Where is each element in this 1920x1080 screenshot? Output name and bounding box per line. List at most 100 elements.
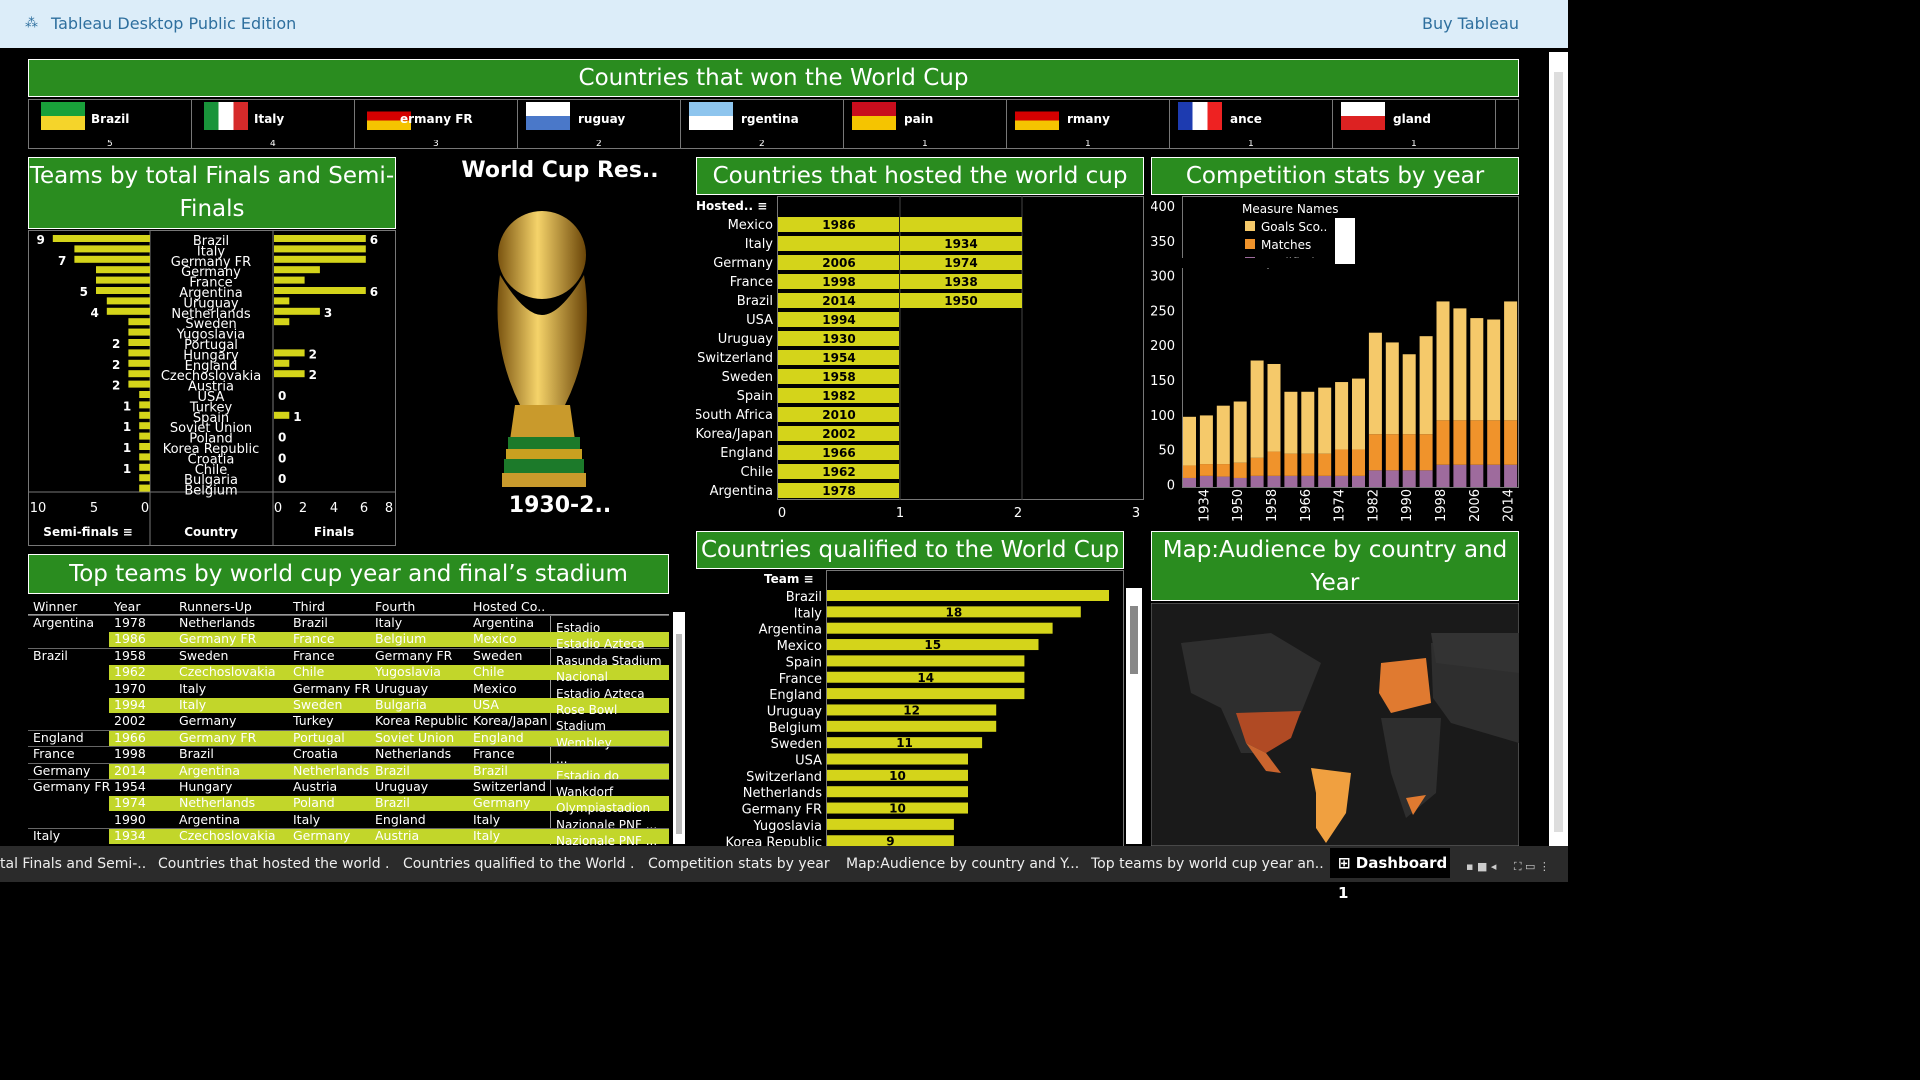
stats-legend[interactable]: Measure NamesGoals Sco..MatchesQualified [1151,200,1355,270]
tab-topteams[interactable]: Top teams by world cup year an... [1091,850,1323,878]
stats-bar-goals[interactable] [1233,401,1247,463]
stats-bar-qualified[interactable] [1216,476,1230,487]
final-bar[interactable] [274,349,305,357]
winner-cell[interactable]: rmany 1 [1007,100,1170,148]
final-column-header[interactable]: Finals [314,525,354,539]
stats-bar-matches[interactable] [1470,420,1484,465]
semi-bar[interactable] [128,339,150,346]
semi-bar[interactable] [128,359,150,367]
final-bar[interactable] [274,276,305,284]
winner-cell[interactable]: ruguay 2 [518,100,681,148]
legend-scrollbar[interactable] [1335,218,1355,264]
stats-bar-goals[interactable] [1368,332,1382,435]
stats-bar-goals[interactable] [1487,319,1501,421]
dashboard-scrollbar[interactable] [1549,52,1568,850]
semi-bar[interactable] [128,380,150,388]
semi-bar[interactable] [96,266,150,274]
winner-cell[interactable]: Brazil 5 [29,100,192,148]
stats-bar-matches[interactable] [1301,453,1315,476]
stats-bar-goals[interactable] [1216,405,1230,465]
qualified-bar[interactable] [827,622,1053,634]
stats-bar-matches[interactable] [1453,420,1467,465]
semi-column-header[interactable]: Semi-finals ≡ [43,525,132,539]
tab-nav-icons[interactable]: ▪ ■ ◂ ⛶ ▭ ⋮ [1466,860,1550,874]
stats-bar-goals[interactable] [1504,301,1518,421]
stats-bar-goals[interactable] [1284,391,1298,454]
stats-bar-goals[interactable] [1453,308,1467,421]
qualified-bar[interactable] [827,720,997,732]
stats-bar-qualified[interactable] [1233,477,1247,487]
semi-bar[interactable] [96,287,150,294]
tab-map[interactable]: Map:Audience by country and Y... [846,850,1078,878]
stats-bar-matches[interactable] [1402,434,1416,471]
stats-bar-qualified[interactable] [1436,464,1450,487]
stats-bar-goals[interactable] [1335,382,1349,450]
buy-tableau-link[interactable]: Buy Tableau [1422,14,1519,33]
final-bar[interactable] [274,359,290,367]
final-bar[interactable] [274,255,366,263]
stats-bar-matches[interactable] [1183,465,1196,478]
stats-bar-goals[interactable] [1183,416,1196,466]
stats-bar-matches[interactable] [1250,457,1264,476]
stats-bar-qualified[interactable] [1385,470,1399,487]
stats-bar-matches[interactable] [1216,464,1230,477]
tab-hosted[interactable]: Countries that hosted the world ... [158,850,390,878]
qualified-scrollbar[interactable] [1126,588,1142,844]
semi-bar[interactable] [139,401,150,409]
final-bar[interactable] [274,287,366,294]
tab-dashboard-1[interactable]: ⊞ Dashboard 1 [1330,848,1450,902]
stats-bar-matches[interactable] [1284,453,1298,476]
stats-bar-goals[interactable] [1385,342,1399,435]
stats-bar-matches[interactable] [1436,420,1450,465]
semi-bar[interactable] [106,307,150,315]
stats-bar-qualified[interactable] [1419,470,1433,487]
semi-bar[interactable] [139,463,150,471]
winner-cell[interactable]: gland 1 [1333,100,1496,148]
semi-bar[interactable] [139,391,150,398]
semi-bar[interactable] [74,245,150,253]
semi-bar[interactable] [139,484,150,492]
semi-bar[interactable] [139,443,150,450]
winner-cell[interactable]: rgentina 2 [681,100,844,148]
stats-bar-matches[interactable] [1335,449,1349,476]
qualified-bar[interactable] [827,818,954,830]
winner-cell[interactable]: pain 1 [844,100,1007,148]
final-bar[interactable] [274,297,290,305]
audience-map[interactable] [1151,603,1519,846]
stats-bar-goals[interactable] [1470,318,1484,421]
final-bar[interactable] [274,245,366,253]
stats-bar-matches[interactable] [1368,434,1382,471]
stats-bar-matches[interactable] [1487,420,1501,465]
stats-bar-matches[interactable] [1318,453,1332,476]
country-column-header[interactable]: Country [184,525,238,539]
semi-bar[interactable] [106,297,150,305]
stats-bar-qualified[interactable] [1402,470,1416,487]
tab-semi-finals[interactable]: tal Finals and Semi-... [0,850,145,878]
stats-bar-qualified[interactable] [1199,475,1213,487]
host-bar[interactable] [900,217,1022,232]
stats-bar-matches[interactable] [1199,464,1213,476]
final-bar[interactable] [274,235,366,242]
stats-bar-qualified[interactable] [1183,477,1196,487]
stats-bar-qualified[interactable] [1470,464,1484,487]
stats-bar-matches[interactable] [1419,434,1433,471]
stats-bar-qualified[interactable] [1504,464,1518,487]
winner-cell[interactable]: Italy 4 [192,100,355,148]
semi-bar[interactable] [52,235,150,242]
qualified-header[interactable]: Team ≡ [764,572,814,586]
stats-bar-goals[interactable] [1436,301,1450,421]
stats-bar-qualified[interactable] [1250,475,1264,487]
semi-bar[interactable] [139,422,150,430]
final-bar[interactable] [274,411,290,419]
semi-bar[interactable] [139,474,150,482]
final-bar[interactable] [274,307,320,315]
stats-bar-matches[interactable] [1504,420,1518,465]
stats-bar-goals[interactable] [1301,391,1315,454]
semi-bar[interactable] [128,328,150,336]
qualified-bar[interactable] [827,786,968,798]
hosted-header[interactable]: Hosted.. ≡ [696,199,767,213]
final-bar[interactable] [274,266,320,274]
semi-bar[interactable] [139,411,150,419]
winner-cell[interactable]: ance 1 [1170,100,1333,148]
stats-bar-goals[interactable] [1267,363,1281,452]
